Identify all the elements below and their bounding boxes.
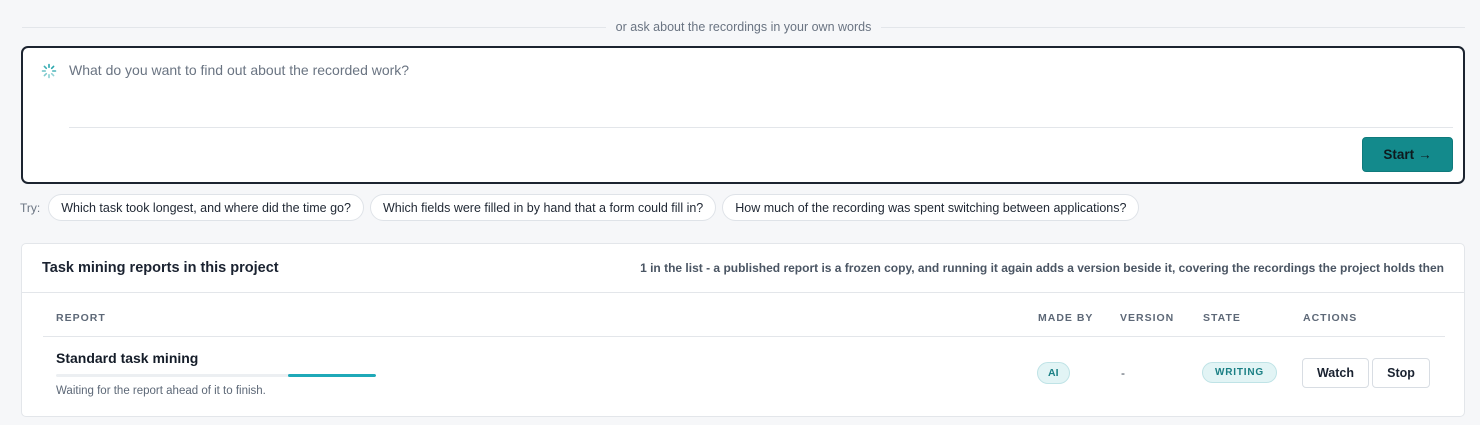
reports-panel: Task mining reports in this project 1 in… <box>21 243 1465 417</box>
reports-panel-title: Task mining reports in this project <box>42 260 279 276</box>
column-header-report: REPORT <box>56 312 106 324</box>
report-name[interactable]: Standard task mining <box>56 350 198 366</box>
try-label: Try: <box>20 200 41 215</box>
suggestion-chip[interactable]: How much of the recording was spent swit… <box>722 194 1140 221</box>
watch-button[interactable]: Watch <box>1302 358 1369 388</box>
reports-panel-note: 1 in the list - a published report is a … <box>640 261 1444 275</box>
table-header: REPORT MADE BY VERSION STATE ACTIONS <box>43 294 1445 337</box>
version-value: - <box>1121 366 1125 380</box>
report-status-text: Waiting for the report ahead of it to fi… <box>56 385 266 397</box>
reports-table: REPORT MADE BY VERSION STATE ACTIONS Sta… <box>43 294 1445 417</box>
start-button-label: Start <box>1383 147 1415 162</box>
column-header-actions: ACTIONS <box>1303 312 1358 324</box>
state-badge: WRITING <box>1202 362 1277 383</box>
divider-line-left <box>22 26 606 28</box>
column-header-state: STATE <box>1203 312 1241 324</box>
stop-button[interactable]: Stop <box>1372 358 1430 388</box>
suggestion-row: Try: Which task took longest, and where … <box>20 194 1140 221</box>
divider-line-right <box>881 26 1466 28</box>
report-progress-track <box>56 374 376 377</box>
made-by-badge: AI <box>1037 362 1070 384</box>
section-divider: or ask about the recordings in your own … <box>22 16 1466 38</box>
arrow-right-icon: → <box>1418 147 1432 162</box>
divider-text: or ask about the recordings in your own … <box>615 20 872 34</box>
loading-spinner-icon <box>41 63 57 79</box>
suggestion-chip[interactable]: Which task took longest, and where did t… <box>48 194 364 221</box>
reports-panel-header: Task mining reports in this project 1 in… <box>22 244 1464 293</box>
ask-input[interactable] <box>69 60 1453 128</box>
report-progress-fill <box>288 374 376 377</box>
start-button[interactable]: Start → <box>1362 137 1453 172</box>
ask-box: Start → <box>21 46 1465 184</box>
column-header-made-by: MADE BY <box>1038 312 1094 324</box>
table-row: Standard task mining Waiting for the rep… <box>43 337 1445 417</box>
column-header-version: VERSION <box>1120 312 1175 324</box>
suggestion-chip[interactable]: Which fields were filled in by hand that… <box>369 194 717 221</box>
